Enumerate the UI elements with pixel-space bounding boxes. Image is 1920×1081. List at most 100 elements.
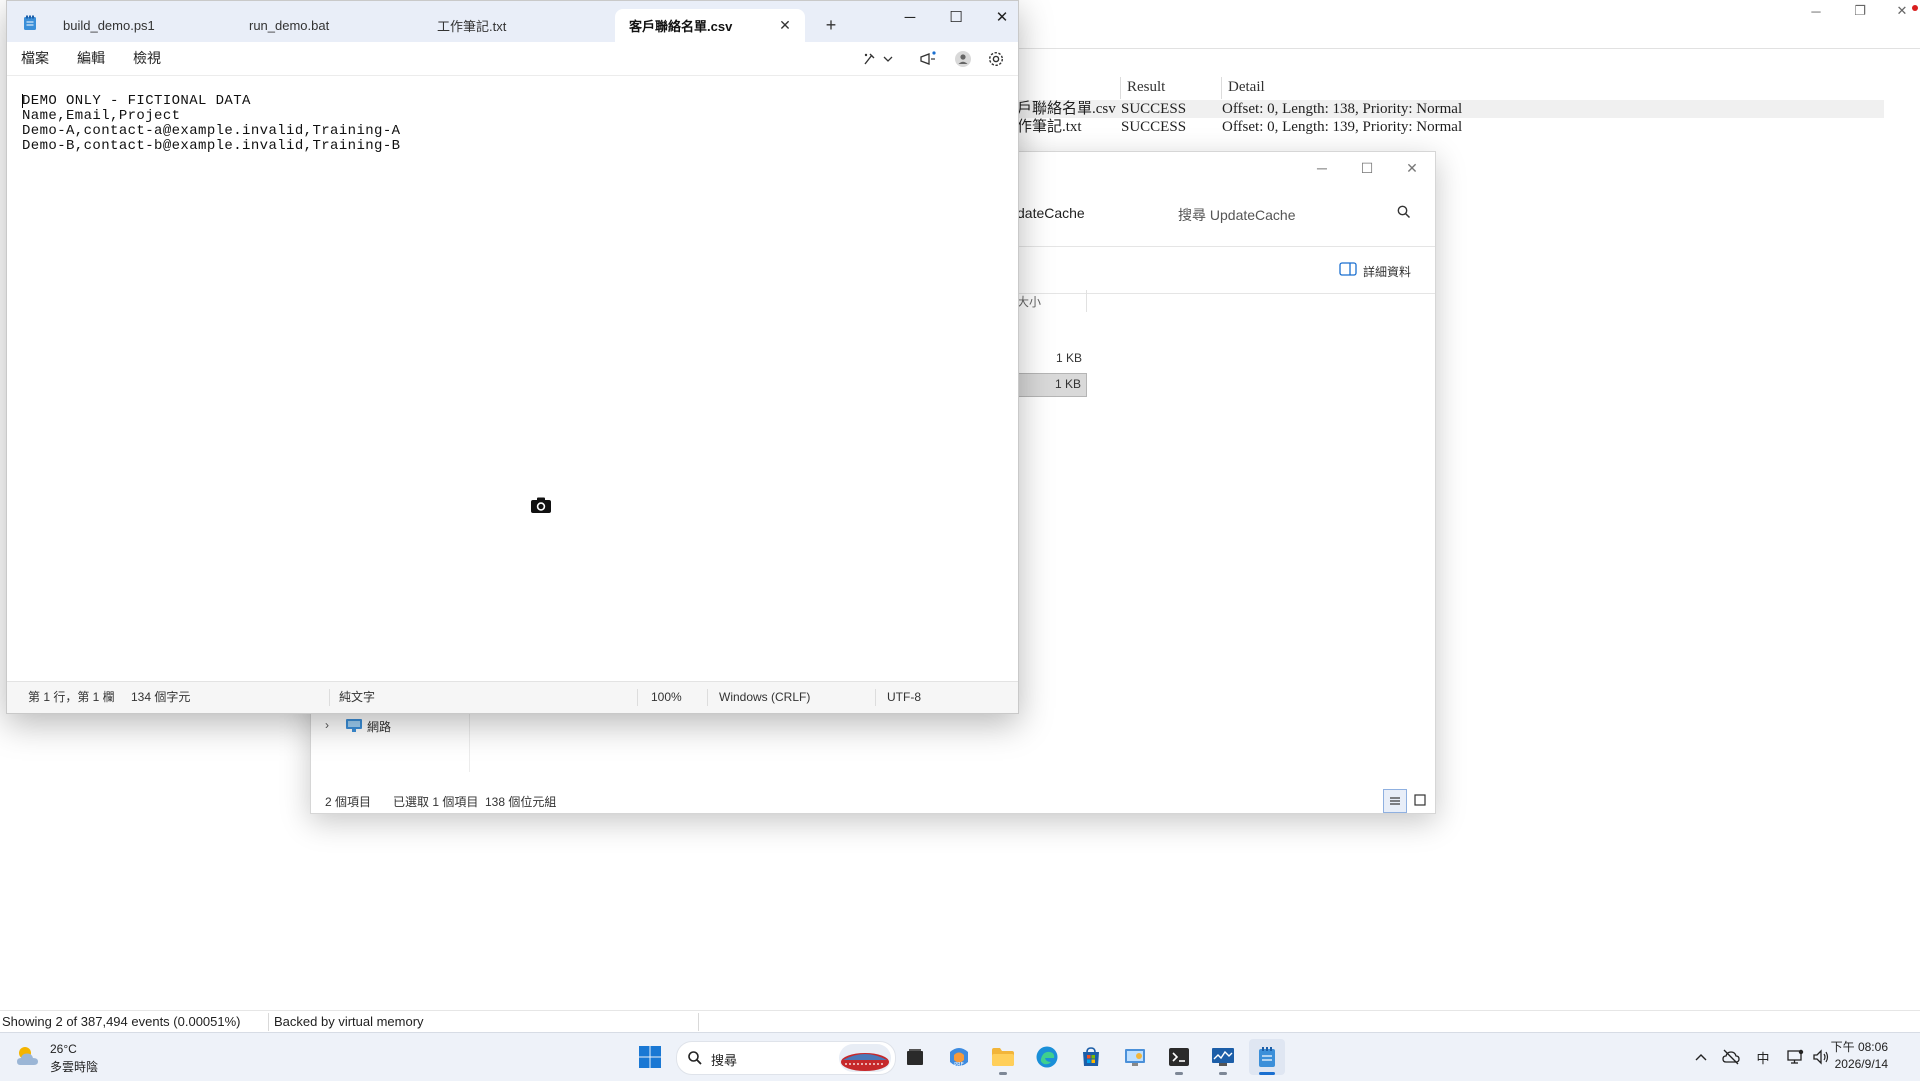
search-icon[interactable]	[1396, 204, 1412, 220]
procmon-close-button[interactable]: ✕	[1880, 0, 1920, 22]
explorer-status-bar: 2 個項目 已選取 1 個項目 138 個位元組	[311, 787, 1435, 813]
procmon-minimize-button[interactable]: ─	[1794, 0, 1838, 22]
search-icon	[687, 1050, 703, 1066]
notepad-window: build_demo.ps1 run_demo.bat 工作筆記.txt 客戶聯…	[6, 0, 1019, 714]
taskbar-control-panel[interactable]	[1117, 1039, 1153, 1075]
notification-dot	[1912, 5, 1918, 11]
taskbar-task-view[interactable]	[897, 1039, 933, 1075]
search-highlight-image	[839, 1044, 891, 1072]
table-row[interactable]: 戶聯絡名單.csv SUCCESS Offset: 0, Length: 138…	[1000, 100, 1884, 118]
network-icon	[345, 717, 363, 733]
tab-build-demo[interactable]: build_demo.ps1	[47, 9, 225, 42]
status-divider	[268, 1013, 269, 1031]
details-view-button[interactable]	[1383, 789, 1407, 813]
tab-work-notes[interactable]: 工作筆記.txt	[421, 9, 599, 42]
svg-text:PRE: PRE	[954, 1062, 964, 1068]
tab-label: 客戶聯絡名單.csv	[629, 19, 733, 34]
system-clock[interactable]: 下午 08:06 2026/9/14	[1831, 1039, 1888, 1073]
clock-time: 下午 08:06	[1830, 1040, 1888, 1054]
editor-line: DEMO ONLY - FICTIONAL DATA	[22, 93, 251, 109]
megaphone-icon[interactable]	[915, 47, 941, 71]
details-pane-button[interactable]: 詳細資料	[1363, 263, 1411, 280]
taskbar-copilot[interactable]: PRE	[941, 1039, 977, 1075]
procmon-restore-button[interactable]: ❐	[1838, 0, 1882, 22]
new-tab-button[interactable]: +	[817, 9, 845, 42]
notepad-status-bar: 第 1 行，第 1 欄 134 個字元 純文字 100% Windows (CR…	[7, 681, 1018, 713]
item-count: 2 個項目	[325, 795, 372, 809]
start-button[interactable]	[632, 1039, 668, 1075]
taskbar-file-explorer[interactable]	[985, 1039, 1021, 1075]
copilot-rewrite-button[interactable]	[859, 47, 899, 71]
settings-gear-icon[interactable]	[983, 47, 1009, 71]
menu-edit[interactable]: 編輯	[77, 42, 105, 75]
cursor-position: 第 1 行，第 1 欄	[28, 690, 115, 704]
camera-icon	[530, 496, 552, 514]
status-divider	[637, 689, 638, 706]
taskbar-edge[interactable]	[1029, 1039, 1065, 1075]
taskbar-search-box[interactable]: 搜尋	[676, 1041, 896, 1075]
taskbar-terminal[interactable]	[1161, 1039, 1197, 1075]
tab-run-demo[interactable]: run_demo.bat	[235, 9, 413, 42]
menu-file[interactable]: 檔案	[21, 42, 49, 75]
row-path: 戶聯絡名單.csv	[1017, 101, 1116, 117]
selection-info: 已選取 1 個項目 138 個位元組	[393, 795, 557, 809]
taskbar-notepad[interactable]	[1249, 1039, 1285, 1075]
text-format: 純文字	[339, 690, 376, 704]
file-size[interactable]: 1 KB	[1056, 351, 1082, 365]
procmon-titlebar: ─ ❐ ✕	[1000, 0, 1920, 22]
explorer-minimize-button[interactable]: ─	[1299, 152, 1345, 184]
tab-label: 工作筆記.txt	[437, 19, 507, 34]
cloud-offline-icon[interactable]	[1720, 1045, 1742, 1069]
status-divider	[698, 1013, 699, 1031]
chevron-up-icon[interactable]	[1690, 1045, 1712, 1069]
taskbar-process-monitor[interactable]	[1205, 1039, 1241, 1075]
volume-icon[interactable]	[1810, 1045, 1832, 1069]
status-divider	[875, 689, 876, 706]
weather-description: 多雲時陰	[50, 1060, 99, 1074]
breadcrumb[interactable]: dateCache	[1017, 205, 1085, 221]
status-divider	[707, 689, 708, 706]
explorer-close-button[interactable]: ✕	[1389, 152, 1435, 184]
taskbar-store[interactable]	[1073, 1039, 1109, 1075]
row-result: SUCCESS	[1121, 119, 1187, 135]
encoding[interactable]: UTF-8	[887, 682, 921, 713]
notepad-menu-bar: 檔案 編輯 檢視	[7, 42, 1018, 75]
column-divider	[1086, 290, 1087, 312]
explorer-maximize-button[interactable]: ☐	[1344, 152, 1390, 184]
network-status-icon[interactable]	[1784, 1045, 1806, 1069]
tiles-view-button[interactable]	[1409, 789, 1431, 811]
cloud-sun-icon	[14, 1043, 42, 1069]
procmon-status-bar: Showing 2 of 387,494 events (0.00051%) B…	[0, 1010, 1920, 1033]
notepad-minimize-button[interactable]: ─	[887, 1, 933, 33]
nav-item-network[interactable]: 網路	[367, 718, 391, 735]
row-path: 作筆記.txt	[1017, 119, 1082, 135]
menu-view[interactable]: 檢視	[133, 42, 161, 75]
input-method-indicator[interactable]: 中	[1752, 1045, 1774, 1069]
column-header-size[interactable]: 大小	[1017, 293, 1041, 310]
file-size: 1 KB	[1055, 377, 1082, 391]
notepad-app-icon	[23, 15, 37, 31]
details-pane-icon[interactable]	[1339, 262, 1357, 278]
table-row[interactable]: 作筆記.txt SUCCESS Offset: 0, Length: 139, …	[1000, 118, 1880, 136]
text-editor-area[interactable]: DEMO ONLY - FICTIONAL DATA Name,Email,Pr…	[7, 75, 1018, 683]
zoom-level[interactable]: 100%	[651, 682, 682, 713]
search-input[interactable]: 搜尋 UpdateCache	[1178, 205, 1296, 225]
editor-line: Demo-B,contact-b@example.invalid,Trainin…	[22, 138, 401, 154]
tab-customer-contacts[interactable]: 客戶聯絡名單.csv ✕	[615, 9, 805, 42]
chevron-right-icon[interactable]: ›	[325, 718, 329, 732]
event-count-status: Showing 2 of 387,494 events (0.00051%)	[2, 1014, 241, 1029]
notepad-tab-bar: build_demo.ps1 run_demo.bat 工作筆記.txt 客戶聯…	[7, 1, 1018, 42]
tab-label: build_demo.ps1	[63, 18, 155, 33]
column-header-result[interactable]: Result	[1127, 77, 1165, 97]
column-divider[interactable]	[1120, 77, 1121, 99]
selected-row-highlight[interactable]: 1 KB	[1017, 373, 1087, 397]
notepad-close-button[interactable]: ✕	[979, 1, 1025, 33]
text-caret	[22, 94, 23, 108]
row-detail: Offset: 0, Length: 139, Priority: Normal	[1222, 119, 1463, 135]
notepad-maximize-button[interactable]: ☐	[933, 1, 979, 33]
account-avatar[interactable]	[950, 47, 976, 71]
close-tab-icon[interactable]: ✕	[777, 17, 793, 33]
column-divider[interactable]	[1221, 77, 1222, 99]
column-header-detail[interactable]: Detail	[1228, 77, 1265, 97]
line-ending[interactable]: Windows (CRLF)	[719, 682, 810, 713]
